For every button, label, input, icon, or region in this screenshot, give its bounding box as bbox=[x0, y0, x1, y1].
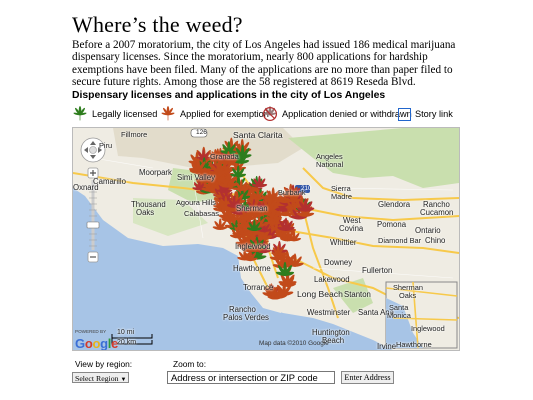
label-westminster: Westminster bbox=[307, 308, 351, 317]
label-inglewood: Inglewood bbox=[235, 242, 271, 251]
legend-applied-label: Applied for exemption bbox=[180, 109, 269, 119]
powered-by-label: POWERED BY bbox=[75, 329, 107, 334]
label-ontario: Ontario bbox=[415, 226, 441, 235]
map-controls: View by region: Select Region ▼ Zoom to:… bbox=[72, 355, 458, 395]
enter-address-button[interactable]: Enter Address bbox=[341, 371, 394, 384]
page-title: Where’s the weed? bbox=[72, 12, 243, 37]
map-credit: Map data ©2010 Google bbox=[259, 340, 329, 347]
legend-applied: Applied for exemption bbox=[160, 106, 269, 122]
label-torrance: Torrance bbox=[243, 283, 274, 292]
legend-licensed-label: Legally licensed bbox=[92, 109, 158, 119]
label-oxnard: Oxnard bbox=[73, 183, 99, 192]
label-downey: Downey bbox=[324, 258, 353, 267]
label-angeles-2: National bbox=[316, 160, 344, 169]
label-long-beach: Long Beach bbox=[297, 289, 343, 299]
label-agoura-hills: Agoura Hills bbox=[176, 198, 216, 207]
scale-mi-label: 10 mi bbox=[117, 329, 135, 336]
story-box-icon bbox=[398, 107, 411, 121]
label-covina: Covina bbox=[339, 224, 364, 233]
inset-label-oaks: Oaks bbox=[399, 291, 417, 300]
hwy-210-shield: 210 bbox=[301, 185, 312, 192]
label-santa-clarita: Santa Clarita bbox=[233, 130, 283, 140]
label-glendora: Glendora bbox=[378, 200, 411, 209]
label-sherman: Sherman bbox=[236, 204, 268, 213]
legend-story-label: Story link bbox=[415, 109, 453, 119]
inset-label-hawthorne: Hawthorne bbox=[396, 340, 432, 349]
region-label: View by region: bbox=[75, 359, 133, 369]
hwy-126-shield: 126 bbox=[196, 129, 207, 136]
label-cucamonga: Cucamon bbox=[420, 208, 454, 217]
label-palos-verdes: Palos Verdes bbox=[223, 313, 269, 322]
label-madre: Madre bbox=[331, 192, 352, 201]
label-stanton: Stanton bbox=[344, 290, 371, 299]
label-fullerton: Fullerton bbox=[362, 266, 393, 275]
scale-km-label: 20 km bbox=[117, 339, 137, 346]
map-view[interactable]: Fillmore Piru 126 Santa Clarita Granada … bbox=[72, 127, 460, 351]
legend-licensed: Legally licensed bbox=[72, 106, 157, 122]
denied-leaf-icon bbox=[262, 106, 278, 122]
label-diamond-bar: Diamond Bar bbox=[378, 236, 422, 245]
inset-label-inglewood: Inglewood bbox=[411, 324, 445, 333]
label-calabasas: Calabasas bbox=[184, 209, 219, 218]
label-piru: Piru bbox=[99, 141, 113, 150]
label-simi-valley: Simi Valley bbox=[177, 173, 215, 182]
google-logo[interactable]: Google bbox=[75, 336, 118, 350]
legend-denied-label: Application denied or withdrawn bbox=[282, 109, 412, 119]
intro-paragraph: Before a 2007 moratorium, the city of Lo… bbox=[72, 39, 456, 89]
green-leaf-icon bbox=[73, 106, 87, 121]
label-whittier: Whittier bbox=[330, 238, 357, 247]
label-pomona: Pomona bbox=[377, 220, 407, 229]
orange-leaf-icon bbox=[161, 106, 175, 121]
label-granada: Granada bbox=[210, 152, 239, 161]
label-lakewood: Lakewood bbox=[314, 275, 350, 284]
label-oaks: Oaks bbox=[136, 208, 155, 217]
label-fillmore: Fillmore bbox=[121, 130, 148, 139]
zoom-label: Zoom to: bbox=[173, 359, 207, 369]
label-chino: Chino bbox=[425, 236, 446, 245]
region-select-value: Select Region bbox=[75, 374, 119, 383]
label-irvine: Irvine bbox=[377, 342, 397, 351]
legend-story: Story link bbox=[398, 106, 453, 122]
inset-label-monica: Monica bbox=[387, 311, 411, 320]
address-search-input[interactable]: Address or intersection or ZIP code bbox=[167, 371, 335, 384]
chevron-down-icon: ▼ bbox=[120, 377, 127, 383]
label-moorpark: Moorpark bbox=[139, 168, 172, 177]
legend-denied: Application denied or withdrawn bbox=[262, 106, 412, 122]
map-subhead: Dispensary licenses and applications in … bbox=[72, 90, 386, 101]
label-hawthorne: Hawthorne bbox=[233, 264, 271, 273]
region-select[interactable]: Select Region ▼ bbox=[72, 372, 129, 383]
